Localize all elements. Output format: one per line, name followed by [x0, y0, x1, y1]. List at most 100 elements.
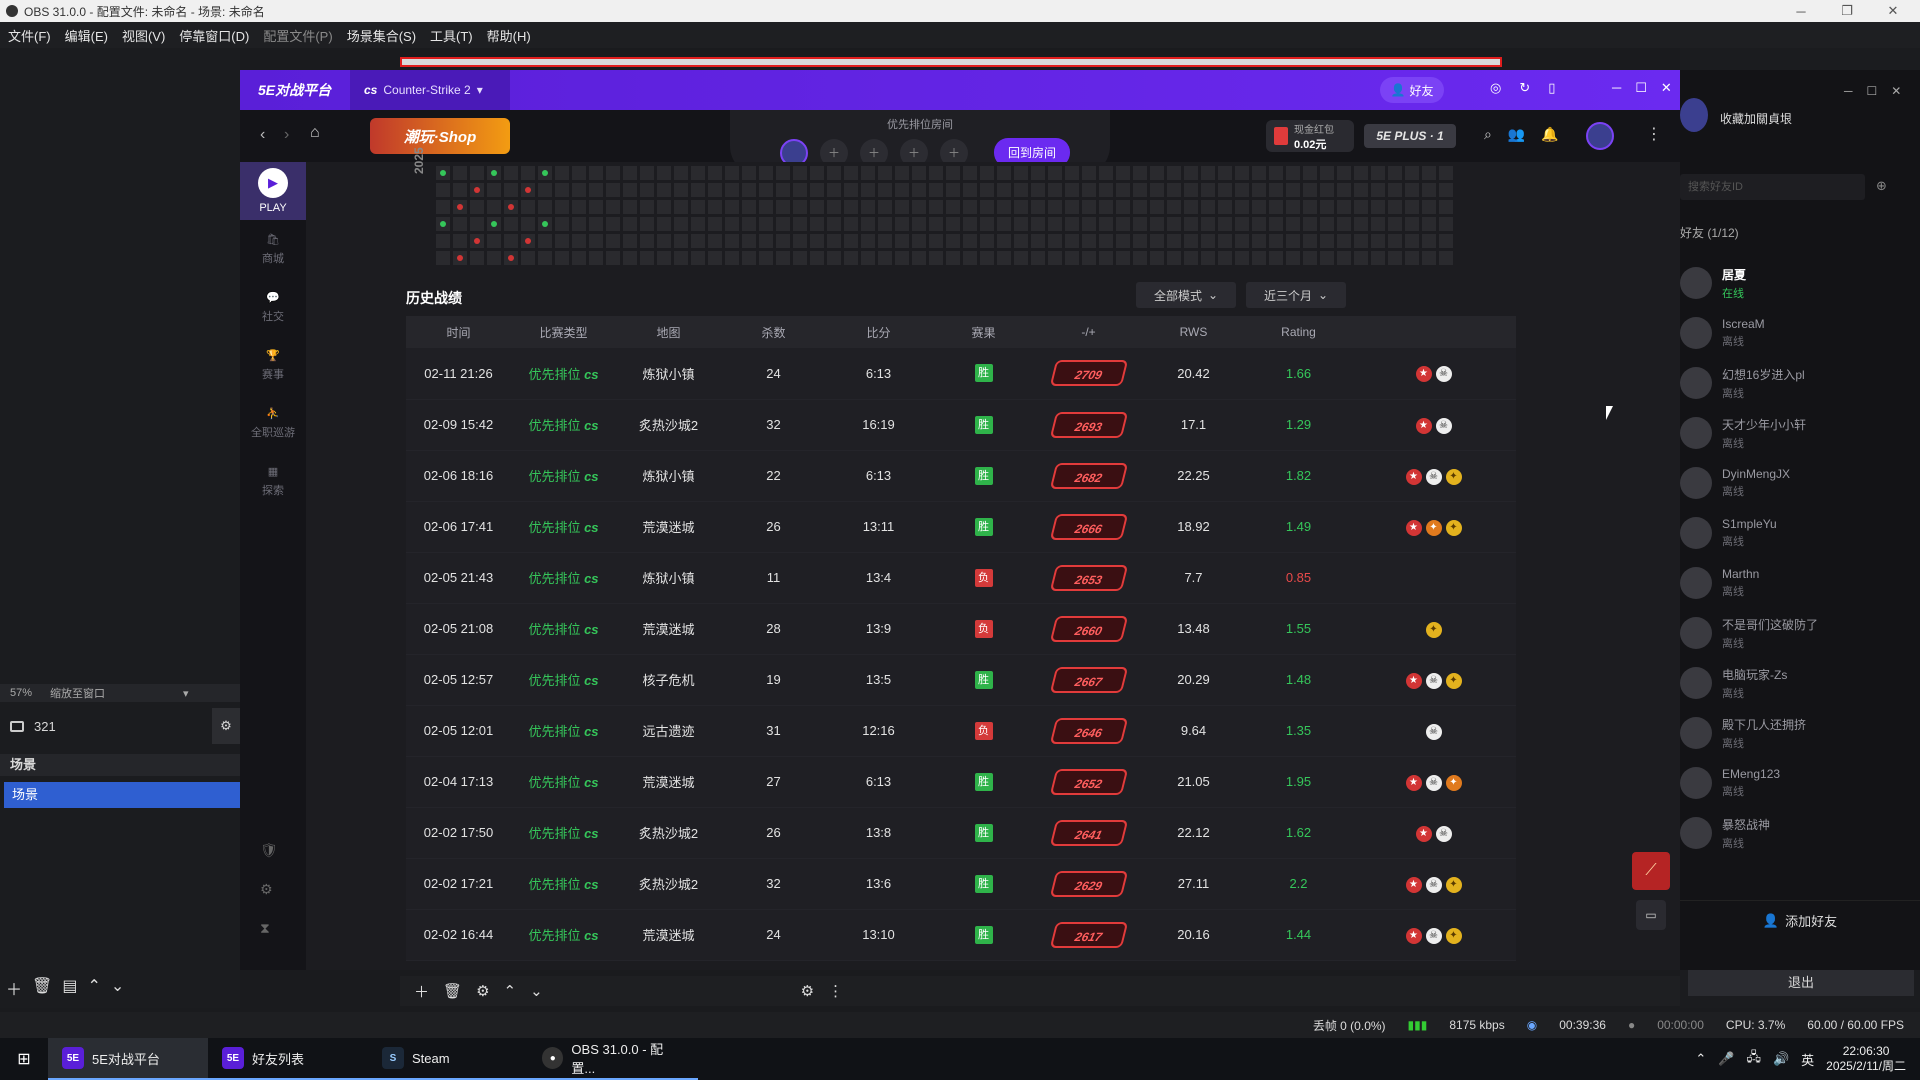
zoom-mode-select[interactable]: 缩放至窗口 [50, 685, 105, 701]
sidebar-item-events[interactable]: 🏆 赛事 [240, 336, 306, 394]
close-icon[interactable]: ✕ [1661, 80, 1672, 96]
add-source-icon[interactable]: ＋ [414, 981, 429, 1002]
minimize-icon[interactable]: ─ [1612, 80, 1621, 96]
friend-item[interactable]: 暴怒战神 离线 [1668, 808, 1918, 858]
menu-edit[interactable]: 编辑(E) [65, 26, 108, 45]
minimize-icon[interactable]: ─ [1778, 0, 1824, 22]
people-icon[interactable]: 👥 [1508, 126, 1525, 143]
volume-icon[interactable]: 🔊 [1773, 1051, 1789, 1067]
time-filter-select[interactable]: 近三个月 ⌄ [1246, 282, 1346, 308]
table-row[interactable]: 02-02 17:21 优先排位 cs 炙热沙城2 32 13:6 胜 2629 27.11 2… [406, 858, 1516, 910]
mixer-settings-icon[interactable]: ⚙ [801, 982, 814, 1000]
close-icon[interactable]: ✕ [1870, 0, 1916, 22]
taskbar-item-obs[interactable]: ● OBS 31.0.0 - 配置... [528, 1038, 698, 1080]
friend-item[interactable]: 电脑玩家-Zs 离线 [1668, 658, 1918, 708]
arrow-up-icon[interactable]: ⌃ [87, 976, 100, 1000]
phone-icon[interactable]: ▯ [1548, 80, 1555, 96]
forward-icon[interactable]: › [284, 126, 289, 144]
network-icon[interactable]: 🖧 [1746, 1048, 1761, 1070]
table-row[interactable]: 02-02 16:44 优先排位 cs 荒漠迷城 24 13:10 胜 2617 20.16 1… [406, 909, 1516, 961]
taskbar-item-5e[interactable]: 5E 5E对战平台 [48, 1038, 208, 1080]
cash-wallet[interactable]: 现金红包 0.02元 [1266, 120, 1354, 152]
friend-item[interactable]: EMeng123 离线 [1668, 758, 1918, 808]
menu-view[interactable]: 视图(V) [122, 26, 165, 45]
friend-item[interactable]: 殿下几人还拥挤 离线 [1668, 708, 1918, 758]
sidebar-item-social[interactable]: 💬 社交 [240, 278, 306, 336]
table-row[interactable]: 02-09 15:42 优先排位 cs 炙热沙城2 32 16:19 胜 2693 17.1 1… [406, 399, 1516, 451]
menu-file[interactable]: 文件(F) [8, 26, 51, 45]
table-row[interactable]: 02-06 17:41 优先排位 cs 荒漠迷城 26 13:11 胜 2666 18.92 1… [406, 501, 1516, 553]
gear-icon[interactable]: ⚙ [260, 881, 278, 898]
chevron-up-icon[interactable]: ⌃ [1695, 1051, 1706, 1067]
table-row[interactable]: 02-02 17:50 优先排位 cs 炙热沙城2 26 13:8 胜 2641 22.12 1… [406, 807, 1516, 859]
chevron-down-icon[interactable]: ▾ [183, 687, 189, 700]
ime-indicator[interactable]: 英 [1801, 1050, 1814, 1069]
settings-icon[interactable]: ⚙ [212, 708, 240, 744]
chat-bubble-icon[interactable]: ▭ [1636, 900, 1666, 930]
add-icon[interactable]: ＋ [6, 976, 22, 1000]
friend-item[interactable]: 不是哥们这破防了 离线 [1668, 608, 1918, 658]
friend-item[interactable]: 天才少年小小轩 离线 [1668, 408, 1918, 458]
game-tab[interactable]: cs Counter-Strike 2 ▾ [350, 70, 510, 110]
friend-search-input[interactable]: 搜索好友ID [1680, 174, 1865, 200]
shield-icon[interactable]: 🛡 [260, 842, 278, 859]
scene-item[interactable]: 场景 [4, 782, 240, 808]
move-down-icon[interactable]: ⌄ [530, 982, 543, 1000]
clock[interactable]: 22:06:30 2025/2/11/周二 [1826, 1044, 1906, 1074]
minimize-icon[interactable]: ─ [1844, 84, 1853, 98]
table-row[interactable]: 02-05 21:08 优先排位 cs 荒漠迷城 28 13:9 负 2660 13.48 1.… [406, 603, 1516, 655]
source-settings-icon[interactable]: ⚙ [476, 982, 489, 1000]
table-row[interactable]: 02-05 12:01 优先排位 cs 远古遗迹 31 12:16 负 2646 9.64 1.… [406, 705, 1516, 757]
remove-source-icon[interactable]: 🗑 [443, 982, 462, 1000]
bell-icon[interactable]: 🔔 [1541, 126, 1558, 143]
friend-item[interactable]: DyinMengJX 离线 [1668, 458, 1918, 508]
shop-banner[interactable]: 潮玩·Shop [370, 118, 510, 154]
add-user-icon[interactable]: ⊕ [1876, 178, 1887, 194]
table-row[interactable]: 02-05 12:57 优先排位 cs 核子危机 19 13:5 胜 2667 20.29 1.… [406, 654, 1516, 706]
exit-button[interactable]: 退出 [1688, 970, 1914, 996]
filter-icon[interactable]: ▤ [62, 976, 77, 1000]
maximize-icon[interactable]: ☐ [1635, 80, 1647, 96]
close-icon[interactable]: ✕ [1891, 84, 1901, 98]
friend-item[interactable]: Marthn 离线 [1668, 558, 1918, 608]
arrow-down-icon[interactable]: ⌄ [111, 976, 124, 1000]
friends-button[interactable]: 👤 好友 [1380, 77, 1444, 103]
record-icon[interactable]: ◎ [1490, 80, 1501, 96]
friend-item[interactable]: S1mpleYu 离线 [1668, 508, 1918, 558]
sidebar-item-play[interactable]: ▶ PLAY [240, 162, 306, 220]
friend-item[interactable]: IscreaM 离线 [1668, 308, 1918, 358]
taskbar-item-steam[interactable]: S Steam [368, 1038, 528, 1080]
back-icon[interactable]: ‹ [260, 126, 265, 144]
windows-start-icon[interactable]: ⊞ [0, 1038, 48, 1080]
table-row[interactable]: 02-05 21:43 优先排位 cs 炼狱小镇 11 13:4 负 2653 7.7 0.85 [406, 552, 1516, 604]
table-row[interactable]: 02-06 18:16 优先排位 cs 炼狱小镇 22 6:13 胜 2682 22.25 1.… [406, 450, 1516, 502]
maximize-icon[interactable]: ❐ [1824, 0, 1870, 22]
search-icon[interactable]: ⌕ [1484, 126, 1492, 143]
taskbar-item-friends[interactable]: 5E 好友列表 [208, 1038, 368, 1080]
friend-item[interactable]: 幻想16岁进入pl 离线 [1668, 358, 1918, 408]
move-up-icon[interactable]: ⌃ [504, 982, 517, 1000]
maximize-icon[interactable]: ☐ [1867, 84, 1878, 98]
avatar[interactable] [1586, 122, 1614, 150]
menu-scene-collection[interactable]: 场景集合(S) [347, 26, 416, 45]
menu-docks[interactable]: 停靠窗口(D) [179, 26, 249, 45]
table-row[interactable]: 02-11 21:26 优先排位 cs 炼狱小镇 24 6:13 胜 2709 20.42 1.… [406, 348, 1516, 400]
menu-tools[interactable]: 工具(T) [430, 26, 473, 45]
home-icon[interactable]: ⌂ [310, 124, 320, 142]
more-icon[interactable]: ⋮ [1646, 124, 1662, 144]
refresh-icon[interactable]: ↻ [1519, 80, 1530, 96]
sidebar-item-shop[interactable]: 🛍 商城 [240, 220, 306, 278]
plus-badge[interactable]: 5E PLUS · 1 [1364, 124, 1456, 148]
more-icon[interactable]: ⋮ [828, 982, 843, 1000]
sidebar-item-explore[interactable]: ▦ 探索 [240, 452, 306, 510]
trash-icon[interactable]: 🗑 [32, 976, 52, 1000]
hourglass-icon[interactable]: ⧗ [260, 920, 278, 937]
mode-filter-select[interactable]: 全部模式 ⌄ [1136, 282, 1236, 308]
menu-profile[interactable]: 配置文件(P) [263, 26, 332, 45]
add-friend-button[interactable]: 👤 添加好友 [1680, 900, 1920, 940]
menu-help[interactable]: 帮助(H) [487, 26, 531, 45]
mic-icon[interactable]: 🎤 [1718, 1051, 1734, 1067]
friend-item[interactable]: 居夏 在线 [1668, 258, 1918, 308]
floating-weapon-icon[interactable]: ⟋ [1632, 852, 1670, 890]
table-row[interactable]: 02-04 17:13 优先排位 cs 荒漠迷城 27 6:13 胜 2652 21.05 1.… [406, 756, 1516, 808]
